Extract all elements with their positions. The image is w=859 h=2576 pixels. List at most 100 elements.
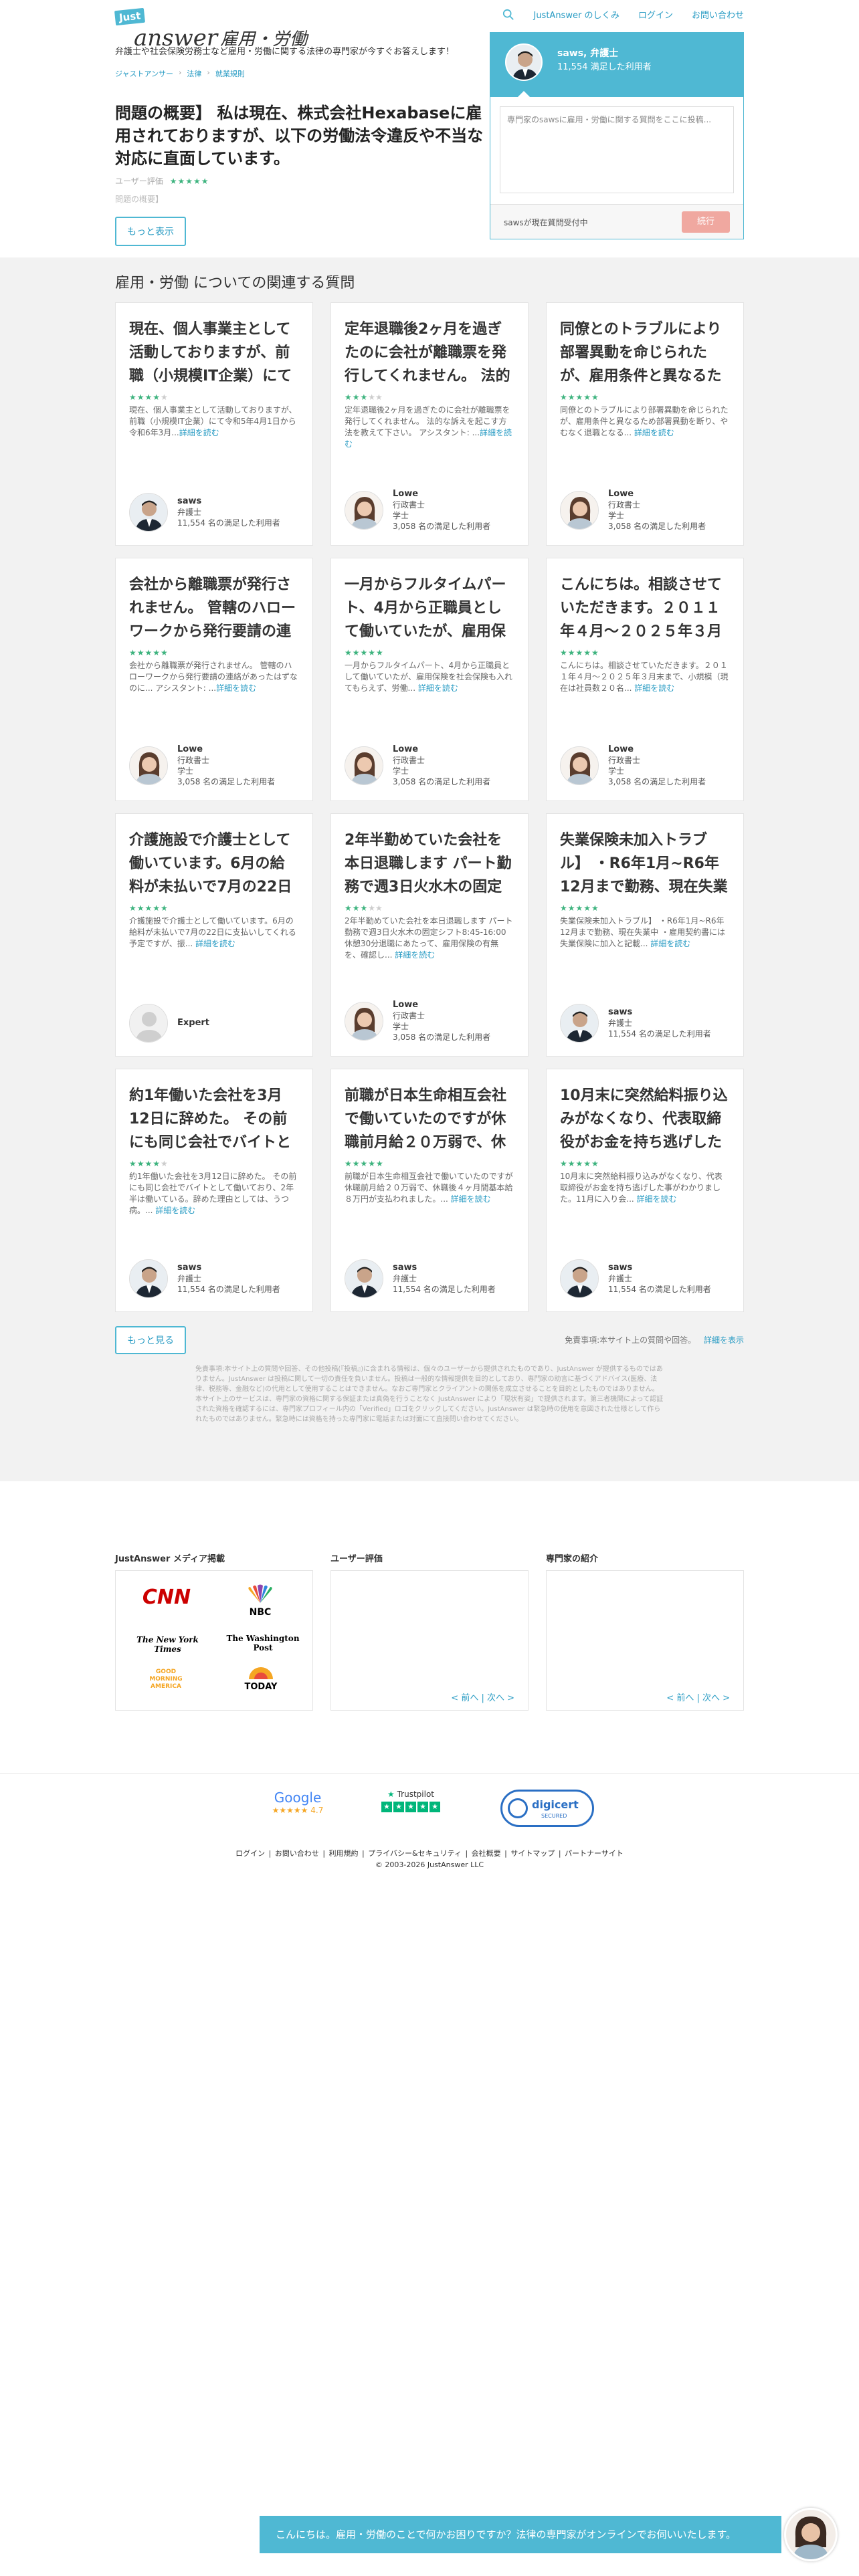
nav-how-it-works[interactable]: JustAnswer のしくみ [533,8,619,21]
card-title[interactable]: 前職が日本生命相互会社で働いていたのですが休職前月給２０万弱で、休 [345,1084,514,1155]
read-more-link[interactable]: 詳細を読む [179,428,219,437]
justanswer-logo[interactable]: Just answer 雇用・労働 [114,7,307,49]
breadcrumb-separator: › [207,68,210,77]
read-more-link[interactable]: 詳細を読む [155,1206,195,1215]
card-excerpt: 現在、個人事業主として活動しておりますが、前職（小規模IT企業）にて令和5年4月… [129,405,299,453]
today-logo: TODAY [237,1665,284,1692]
expert-satisfied-count: 3,058 名の満足した利用者 [393,777,491,786]
card-expert: saws 弁護士 11,554 名の満足した利用者 [345,1259,496,1298]
related-question-card[interactable]: 同僚とのトラブルにより部署異動を命じられたが、雇用条件と異なるた ★★★★★ 同僚と… [546,302,744,546]
question-input[interactable]: 専門家のsawsに雇用・労働に関する質問をここに投稿... [500,106,734,193]
star-filled: ★★★★★ [560,648,599,657]
related-question-card[interactable]: 一月からフルタイムパート、4月から正職員として働いていたが、雇用保険 ★★★★★ 一… [330,558,529,801]
related-question-card[interactable]: 2年半勤めていた会社を本日退職します パート勤務で週3日火水木の固定シフ ★★★★… [330,813,529,1057]
breadcrumb-item[interactable]: 法律 [187,68,201,79]
expert-name: Lowe [608,489,634,499]
read-more-link[interactable]: 詳細を読む [418,683,458,693]
related-question-card[interactable]: 現在、個人事業主として活動しておりますが、前職（小規模IT企業）にて ★★★★★ 現… [115,302,313,546]
read-more-link[interactable]: 詳細を読む [650,939,690,948]
expert-satisfied-count: 11,554 名の満足した利用者 [608,1029,711,1039]
footer-link-login[interactable]: ログイン [235,1849,265,1858]
card-title[interactable]: 10月末に突然給料振り込みがなくなり、代表取締役がお金を持ち逃げした [560,1084,730,1155]
star-filled: ★★★★ [129,393,161,402]
breadcrumb-item[interactable]: ジャストアンサー [115,68,173,79]
footer-link-about[interactable]: 会社概要 [472,1849,501,1858]
read-more-link[interactable]: 詳細を読む [395,950,435,960]
related-footer: もっと見る 免責事項:本サイト上の質問や回答。 詳細を表示 [115,1326,744,1356]
footer-link-sitemap[interactable]: サイトマップ [510,1849,555,1858]
footer-link-terms[interactable]: 利用規約 [329,1849,359,1858]
related-question-card[interactable]: 前職が日本生命相互会社で働いていたのですが休職前月給２０万弱で、休 ★★★★★ 前職… [330,1069,529,1312]
card-title[interactable]: 約1年働いた会社を3月12日に辞めた。 その前にも同じ会社でバイトとして [129,1084,299,1155]
show-more-related-button[interactable]: もっと見る [115,1326,186,1354]
chat-agent-avatar[interactable] [784,2508,838,2561]
read-more-link[interactable]: 詳細を読む [634,428,674,437]
expert-info: saws 弁護士 11,554 名の満足した利用者 [393,1263,496,1295]
continue-button[interactable]: 続行 [682,211,730,233]
card-title[interactable]: 会社から離職票が発行されません。 管轄のハローワークから発行要請の連 [129,573,299,644]
read-more-link[interactable]: 詳細を読む [634,683,674,693]
card-expert: saws 弁護士 11,554 名の満足した利用者 [560,1004,711,1043]
expert-role: 弁護士 [177,1274,202,1283]
avatar [129,1004,168,1043]
star-empty: ★★ [368,393,383,402]
footer-link-contact[interactable]: お問い合わせ [275,1849,319,1858]
card-title[interactable]: 2年半勤めていた会社を本日退職します パート勤務で週3日火水木の固定シフ [345,829,514,899]
search-icon[interactable] [502,9,514,21]
footer-link-partners[interactable]: パートナーサイト [565,1849,624,1858]
avatar [345,491,383,530]
card-title[interactable]: 同僚とのトラブルにより部署異動を命じられたが、雇用条件と異なるた [560,318,730,389]
expert-degree: 学士 [177,766,194,776]
expert-satisfied-count: 3,058 名の満足した利用者 [177,777,276,786]
related-question-card[interactable]: 約1年働いた会社を3月12日に辞めた。 その前にも同じ会社でバイトとして ★★★★… [115,1069,313,1312]
expert-satisfied-count: 11,554 名の満足した利用者 [393,1285,496,1294]
breadcrumb: ジャストアンサー › 法律 › 就業規則 [115,68,245,79]
card-title[interactable]: 定年退職後2ヶ月を過ぎたのに会社が離職票を発行してくれません。 法的な [345,318,514,389]
read-more-link[interactable]: 詳細を読む [451,1194,491,1204]
trustpilot-star-icon: ★ [387,1790,395,1799]
card-title[interactable]: 介護施設で介護士として働いています。6月の給料が未払いで7月の22日に [129,829,299,899]
expert-avatar [505,43,543,81]
nav-contact[interactable]: お問い合わせ [692,8,744,21]
expert-role: 弁護士 [393,1274,417,1283]
gma-logo: GOOD MORNING AMERICA [149,1669,183,1690]
related-question-card[interactable]: 介護施設で介護士として働いています。6月の給料が未払いで7月の22日に ★★★★★… [115,813,313,1057]
review-pager[interactable]: < 前へ | 次へ > [451,1691,514,1703]
footer-link-privacy[interactable]: プライバシー&セキュリティ [368,1849,462,1858]
nav-login[interactable]: ログイン [638,8,673,21]
expert-role: 行政書士 [608,756,641,765]
card-title[interactable]: 失業保険未加入トラブル】 ・R6年1月~R6年12月まで勤務、現在失業 [560,829,730,899]
live-chat-bar[interactable]: こんにちは。雇用・労働のことで何かお困りですか？法律の専門家がオンラインでお伺い… [260,2516,781,2553]
question-title: 問題の概要】 私は現在、株式会社Hexabaseに雇用されておりますが、以下の労… [115,104,484,168]
read-more-link[interactable]: 詳細を読む [637,1194,677,1204]
show-more-button[interactable]: もっと表示 [115,217,186,246]
read-more-link[interactable]: 詳細を読む [216,683,256,693]
related-question-card[interactable]: 会社から離職票が発行されません。 管轄のハローワークから発行要請の連 ★★★★★ 会… [115,558,313,801]
card-title[interactable]: 現在、個人事業主として活動しておりますが、前職（小規模IT企業）にて [129,318,299,389]
expert-name: saws [608,1263,633,1273]
trust-badges: Google ★★★★★ 4.7 ★ Trustpilot ★ ★ ★ ★ ★ … [0,1790,859,1836]
disclaimer-details-link[interactable]: 詳細を表示 [704,1335,744,1345]
expert-pager[interactable]: < 前へ | 次へ > [666,1691,730,1703]
related-question-card[interactable]: こんにちは。相談させていただきます。２０１１年４月～２０２５年３月 ★★★★★ こん… [546,558,744,801]
card-expert: Lowe 行政書士 学士 3,058 名の満足した利用者 [345,489,490,532]
breadcrumb-item[interactable]: 就業規則 [215,68,245,79]
card-expert: saws 弁護士 11,554 名の満足した利用者 [129,493,280,532]
expert-stats: 11,554 満足した利用者 [557,62,652,72]
card-title[interactable]: こんにちは。相談させていただきます。２０１１年４月～２０２５年３月 [560,573,730,644]
related-question-card[interactable]: 定年退職後2ヶ月を過ぎたのに会社が離職票を発行してくれません。 法的な ★★★★★… [330,302,529,546]
read-more-link[interactable]: 詳細を読む [195,939,235,948]
related-question-card[interactable]: 10月末に突然給料振り込みがなくなり、代表取締役がお金を持ち逃げした ★★★★★ 1… [546,1069,744,1312]
card-expert: Lowe 行政書士 学士 3,058 名の満足した利用者 [345,744,490,787]
expert-info: Lowe 行政書士 学士 3,058 名の満足した利用者 [393,1000,490,1043]
expert-name: saws, 弁護士 [557,48,619,59]
card-title[interactable]: 一月からフルタイムパート、4月から正職員として働いていたが、雇用保険 [345,573,514,644]
card-expert: Lowe 行政書士 学士 3,058 名の満足した利用者 [345,1000,490,1043]
card-excerpt: 同僚とのトラブルにより部署異動を命じられたが、雇用条件と異なるため部署異動を断り… [560,405,730,453]
related-question-card[interactable]: 失業保険未加入トラブル】 ・R6年1月~R6年12月まで勤務、現在失業 ★★★★★… [546,813,744,1057]
expert-satisfied-count: 3,058 名の満足した利用者 [608,777,706,786]
star-filled: ★★★★★ [129,648,169,657]
chat-footer: sawsが現在質問受付中 続行 [490,204,743,239]
expert-info: Lowe 行政書士 学士 3,058 名の満足した利用者 [393,744,490,787]
expert-info: Lowe 行政書士 学士 3,058 名の満足した利用者 [608,489,706,532]
